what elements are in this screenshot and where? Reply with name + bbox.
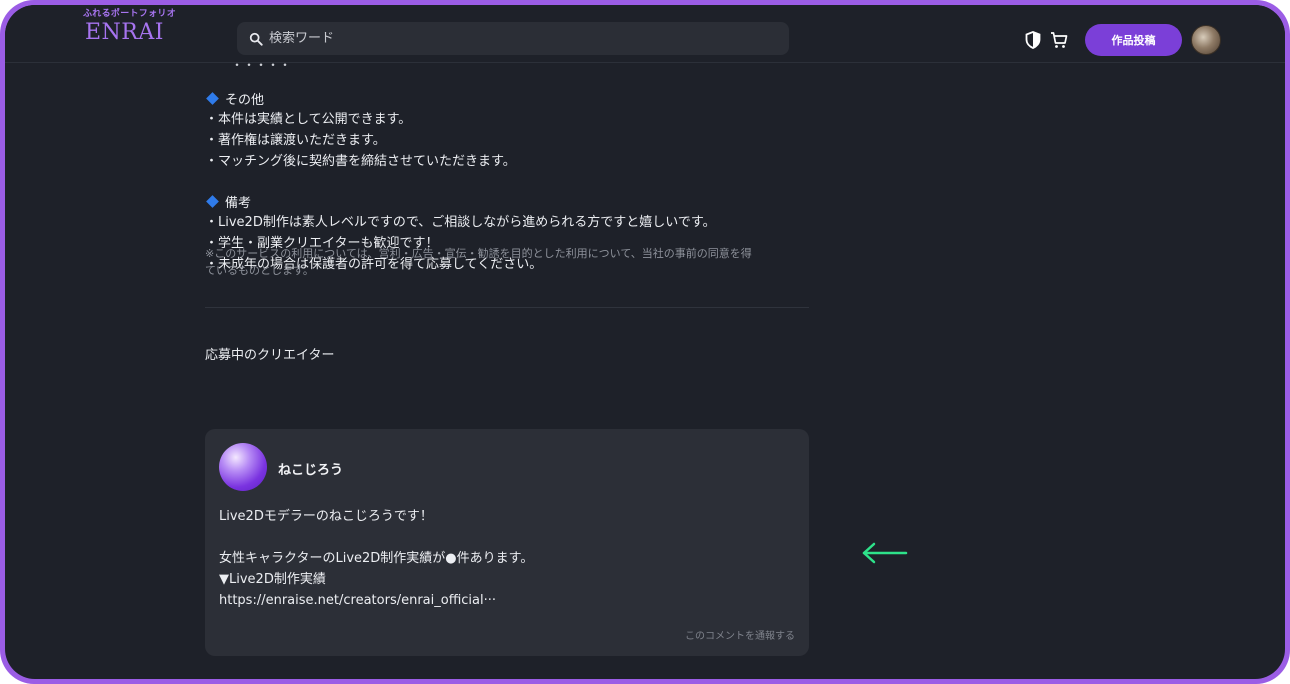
post-work-button[interactable]: 作品投稿 xyxy=(1085,24,1182,56)
logo[interactable]: ふれるポートフォリオ ENRAI xyxy=(83,8,176,46)
applicant-card: ねこじろう Live2Dモデラーのねこじろうです！ 女性キャラクターのLive2… xyxy=(205,429,809,656)
cart-icon[interactable] xyxy=(1049,30,1069,50)
section-title-text: その他 xyxy=(225,93,265,108)
applicant-avatar[interactable] xyxy=(219,443,267,491)
cut-off-text: ・・・・・ xyxy=(231,63,292,70)
left-arrow-icon xyxy=(862,542,908,564)
comment-line: 女性キャラクターのLive2D制作実績が●件あります。 xyxy=(219,551,534,566)
section-line: ・マッチング後に契約書を締結させていただきます。 xyxy=(205,154,516,169)
section-title: 備考 xyxy=(205,191,809,212)
screen: ふれるポートフォリオ ENRAI 検索ワード 作品投稿 ・・・・・ その他 ・本… xyxy=(5,5,1285,679)
search-bar[interactable] xyxy=(237,22,789,55)
report-comment-button[interactable]: このコメントを通報する xyxy=(685,627,795,642)
divider xyxy=(205,307,809,308)
section-other: その他 ・本件は実績として公開できます。 ・著作権は譲渡いただきます。 ・マッチ… xyxy=(205,88,809,172)
notice-line: ているものとします。 xyxy=(205,264,314,277)
section-title: その他 xyxy=(205,88,809,109)
usage-notice: ※このサービスの利用については、営利・広告・宣伝・勧誘を目的とした利用について、… xyxy=(205,245,815,279)
notice-line: ※このサービスの利用については、営利・広告・宣伝・勧誘を目的とした利用について、… xyxy=(205,247,752,260)
shield-icon[interactable] xyxy=(1023,30,1043,50)
section-line: ・著作権は譲渡いただきます。 xyxy=(205,133,386,148)
section-line: ・本件は実績として公開できます。 xyxy=(205,112,412,127)
diamond-icon xyxy=(206,195,219,208)
top-header: ふれるポートフォリオ ENRAI 検索ワード 作品投稿 xyxy=(5,5,1285,63)
comment-line: Live2Dモデラーのねこじろうです！ xyxy=(219,509,433,524)
section-line: ・Live2D制作は素人レベルですので、ご相談しながら進められる方ですと嬉しいで… xyxy=(205,215,716,230)
search-input[interactable] xyxy=(269,31,769,46)
applicants-title: 応募中のクリエイター xyxy=(205,348,335,363)
section-title-text: 備考 xyxy=(225,196,252,211)
diamond-icon xyxy=(206,92,219,105)
comment-line: ▼Live2D制作実績 xyxy=(219,572,326,587)
user-avatar[interactable] xyxy=(1191,25,1221,55)
search-icon xyxy=(249,32,263,46)
comment-line xyxy=(219,527,533,548)
applicant-comment: Live2Dモデラーのねこじろうです！ 女性キャラクターのLive2D制作実績が… xyxy=(219,506,533,611)
logo-wordmark: ENRAI xyxy=(85,20,164,45)
device-frame: ふれるポートフォリオ ENRAI 検索ワード 作品投稿 ・・・・・ その他 ・本… xyxy=(0,0,1290,684)
applicant-name[interactable]: ねこじろう xyxy=(278,459,343,478)
header-actions: 作品投稿 xyxy=(1023,24,1221,56)
logo-tagline: ふれるポートフォリオ xyxy=(83,9,177,19)
comment-link[interactable]: https://enraise.net/creators/enrai_offic… xyxy=(219,590,533,611)
